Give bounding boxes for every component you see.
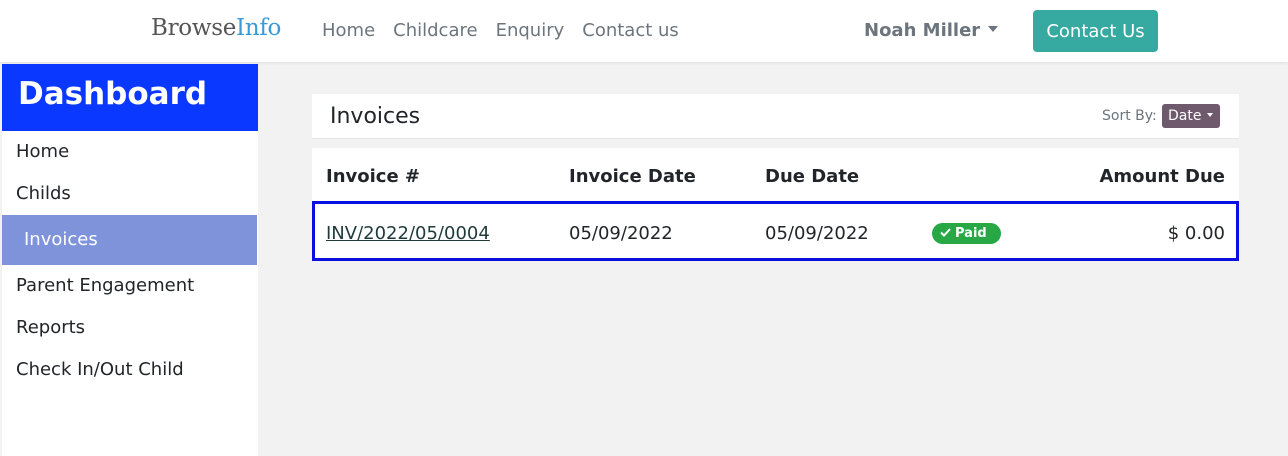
nav-link-home[interactable]: Home	[322, 20, 375, 41]
column-header-invoice-no: Invoice #	[326, 166, 421, 187]
sidebar-item-label: Home	[16, 141, 70, 162]
sort-by-dropdown[interactable]: Date	[1162, 104, 1220, 128]
page-title: Invoices	[330, 104, 421, 129]
nav-links: Home Childcare Enquiry Contact us	[322, 20, 697, 41]
column-header-due-date: Due Date	[765, 166, 860, 187]
invoice-date-cell: 05/09/2022	[569, 223, 673, 244]
sidebar-item-check-in-out[interactable]: Check In/Out Child	[2, 349, 258, 391]
user-menu-dropdown[interactable]: Noah Miller	[864, 20, 999, 41]
sidebar: Dashboard Home Childs Invoices Parent En…	[2, 64, 258, 456]
user-name: Noah Miller	[864, 20, 981, 41]
sidebar-item-home[interactable]: Home	[2, 131, 258, 173]
sidebar-item-invoices[interactable]: Invoices	[2, 215, 257, 265]
sidebar-item-label: Invoices	[24, 229, 98, 250]
contact-us-button[interactable]: Contact Us	[1033, 10, 1158, 52]
chevron-down-icon	[988, 26, 999, 32]
invoice-number-cell: INV/2022/05/0004	[326, 223, 490, 244]
sidebar-title: Dashboard	[2, 64, 258, 131]
sidebar-item-label: Check In/Out Child	[16, 359, 184, 380]
brand-name-part1: Browse	[151, 15, 237, 41]
sidebar-item-label: Parent Engagement	[16, 275, 195, 296]
status-label: Paid	[955, 226, 987, 241]
invoice-link[interactable]: INV/2022/05/0004	[326, 223, 490, 244]
sidebar-item-label: Reports	[16, 317, 86, 338]
chevron-down-icon	[1207, 113, 1214, 117]
nav-link-contact[interactable]: Contact us	[582, 20, 679, 41]
invoices-table: Invoice # Invoice Date Due Date Amount D…	[312, 148, 1239, 261]
sort-value: Date	[1168, 108, 1202, 124]
sidebar-item-parent-engagement[interactable]: Parent Engagement	[2, 265, 258, 307]
sort-by-label: Sort By:	[1102, 108, 1157, 124]
brand-logo[interactable]: BrowseInfo	[151, 15, 281, 41]
due-date-cell: 05/09/2022	[765, 223, 869, 244]
column-header-amount-due: Amount Due	[1099, 166, 1225, 187]
nav-link-enquiry[interactable]: Enquiry	[496, 20, 565, 41]
amount-due-cell: $ 0.00	[1167, 223, 1225, 244]
column-header-invoice-date: Invoice Date	[569, 166, 696, 187]
sidebar-item-reports[interactable]: Reports	[2, 307, 258, 349]
top-navbar: BrowseInfo Home Childcare Enquiry Contac…	[0, 0, 1288, 62]
sidebar-item-childs[interactable]: Childs	[2, 173, 258, 215]
brand-name-part2: Info	[236, 15, 282, 41]
status-badge: Paid	[932, 223, 1001, 244]
check-icon	[940, 228, 951, 237]
sidebar-item-label: Childs	[16, 183, 71, 204]
nav-link-childcare[interactable]: Childcare	[393, 20, 477, 41]
invoices-header: Invoices Sort By: Date	[312, 94, 1239, 139]
table-row[interactable]: INV/2022/05/0004 05/09/2022 05/09/2022 P…	[312, 201, 1239, 261]
